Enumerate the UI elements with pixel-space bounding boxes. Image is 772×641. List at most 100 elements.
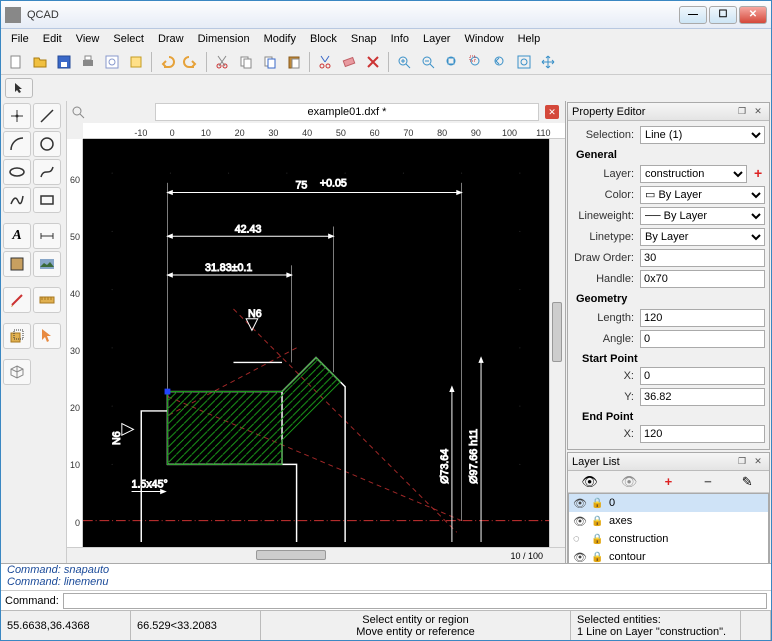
print-icon[interactable] — [77, 51, 99, 73]
arc-tool-icon[interactable] — [3, 131, 31, 157]
end-x-input[interactable] — [640, 425, 765, 443]
visibility-icon[interactable]: 👁 — [573, 515, 587, 528]
linetype-dropdown[interactable]: By Layer — [640, 228, 765, 246]
color-dropdown[interactable]: ▭ By Layer — [640, 186, 765, 204]
hatch-tool-icon[interactable] — [3, 251, 31, 277]
handle-input[interactable] — [640, 270, 765, 288]
menu-edit[interactable]: Edit — [37, 31, 68, 47]
zoom-auto-icon[interactable] — [441, 51, 463, 73]
isometric-tool-icon[interactable] — [3, 359, 31, 385]
image-tool-icon[interactable] — [33, 251, 61, 277]
delete-icon[interactable] — [362, 51, 384, 73]
angle-input[interactable] — [640, 330, 765, 348]
menu-layer[interactable]: Layer — [417, 31, 457, 47]
dimension-tool-icon[interactable] — [33, 223, 61, 249]
panel-close-icon[interactable]: ✕ — [751, 455, 765, 469]
add-layer-button[interactable]: + — [655, 473, 681, 491]
copy-icon[interactable] — [235, 51, 257, 73]
redo-icon[interactable] — [180, 51, 202, 73]
new-file-icon[interactable] — [5, 51, 27, 73]
lock-icon[interactable]: 🔒 — [591, 498, 605, 509]
tab-close-icon[interactable]: ✕ — [545, 105, 559, 119]
search-icon[interactable] — [71, 105, 85, 119]
menu-view[interactable]: View — [70, 31, 106, 47]
lineweight-dropdown[interactable]: ── By Layer — [640, 207, 765, 225]
save-file-icon[interactable] — [53, 51, 75, 73]
zoom-out-icon[interactable] — [417, 51, 439, 73]
polyline-tool-icon[interactable] — [3, 187, 31, 213]
cut-icon[interactable] — [211, 51, 233, 73]
erase-icon[interactable] — [338, 51, 360, 73]
drawing-canvas[interactable]: 75+0.05 42.43 31.83±0.1 N6 N6 1.5x45° — [83, 139, 549, 547]
zoom-selection-icon[interactable] — [465, 51, 487, 73]
layer-item[interactable]: 👁🔒0 — [569, 494, 768, 512]
show-all-layers-icon[interactable]: 👁 — [577, 473, 603, 491]
layer-item[interactable]: ◌🔒construction — [569, 530, 768, 548]
maximize-button[interactable]: ☐ — [709, 6, 737, 24]
command-input[interactable] — [63, 593, 767, 609]
hide-all-layers-icon[interactable]: 👁 — [616, 473, 642, 491]
undo-icon[interactable] — [156, 51, 178, 73]
menu-modify[interactable]: Modify — [258, 31, 302, 47]
add-layer-icon[interactable]: + — [751, 165, 765, 181]
menu-info[interactable]: Info — [385, 31, 415, 47]
block-tool-icon[interactable] — [3, 323, 31, 349]
zoom-previous-icon[interactable] — [489, 51, 511, 73]
line-tool-icon[interactable] — [33, 103, 61, 129]
statusbar: 55.6638,36.4368 66.529<33.2083 Select en… — [1, 610, 771, 640]
menu-window[interactable]: Window — [458, 31, 509, 47]
start-y-input[interactable] — [640, 388, 765, 406]
selection-dropdown[interactable]: Line (1) — [640, 126, 765, 144]
menu-dimension[interactable]: Dimension — [192, 31, 256, 47]
pan-icon[interactable] — [537, 51, 559, 73]
edit-layer-icon[interactable]: ✎ — [734, 473, 760, 491]
length-input[interactable] — [640, 309, 765, 327]
menu-file[interactable]: File — [5, 31, 35, 47]
menu-snap[interactable]: Snap — [345, 31, 383, 47]
lock-icon[interactable]: 🔒 — [591, 534, 605, 545]
ellipse-tool-icon[interactable] — [3, 159, 31, 185]
open-file-icon[interactable] — [29, 51, 51, 73]
zoom-window-icon[interactable] — [513, 51, 535, 73]
select-tool-icon[interactable] — [33, 323, 61, 349]
draworder-input[interactable] — [640, 249, 765, 267]
close-button[interactable]: ✕ — [739, 6, 767, 24]
panel-float-icon[interactable]: ❐ — [735, 105, 749, 119]
point-tool-icon[interactable] — [3, 103, 31, 129]
layer-item[interactable]: 👁🔒axes — [569, 512, 768, 530]
visibility-icon[interactable]: ◌ — [573, 533, 587, 545]
draft-icon[interactable] — [125, 51, 147, 73]
layer-list[interactable]: 👁🔒0👁🔒axes◌🔒construction👁🔒contour👁🔒dim👁🔒h… — [568, 493, 769, 563]
print-preview-icon[interactable] — [101, 51, 123, 73]
circle-tool-icon[interactable] — [33, 131, 61, 157]
panel-float-icon[interactable]: ❐ — [735, 455, 749, 469]
menu-block[interactable]: Block — [304, 31, 343, 47]
visibility-icon[interactable]: 👁 — [573, 497, 587, 510]
pointer-tool-button[interactable] — [5, 78, 33, 98]
panel-close-icon[interactable]: ✕ — [751, 105, 765, 119]
text-tool-icon[interactable]: A — [3, 223, 31, 249]
menu-draw[interactable]: Draw — [152, 31, 190, 47]
menu-select[interactable]: Select — [107, 31, 150, 47]
rectangle-tool-icon[interactable] — [33, 187, 61, 213]
document-tab[interactable]: example01.dxf * — [155, 103, 539, 121]
modify-tool-icon[interactable] — [3, 287, 31, 313]
visibility-icon[interactable]: 👁 — [573, 551, 587, 564]
remove-layer-button[interactable]: − — [695, 473, 721, 491]
menu-help[interactable]: Help — [512, 31, 547, 47]
command-history: Command: snapauto Command: linemenu — [1, 564, 771, 590]
measure-tool-icon[interactable] — [33, 287, 61, 313]
spline-tool-icon[interactable] — [33, 159, 61, 185]
scrollbar-vertical[interactable] — [549, 139, 565, 547]
layer-dropdown[interactable]: construction — [640, 165, 747, 183]
zoom-in-icon[interactable] — [393, 51, 415, 73]
minimize-button[interactable]: — — [679, 6, 707, 24]
scrollbar-horizontal[interactable]: 10 / 100 — [67, 547, 565, 563]
paste-icon[interactable] — [283, 51, 305, 73]
start-x-input[interactable] — [640, 367, 765, 385]
cut-ref-icon[interactable] — [314, 51, 336, 73]
lock-icon[interactable]: 🔒 — [591, 552, 605, 563]
lock-icon[interactable]: 🔒 — [591, 516, 605, 527]
layer-item[interactable]: 👁🔒contour — [569, 548, 768, 563]
copy-ref-icon[interactable] — [259, 51, 281, 73]
